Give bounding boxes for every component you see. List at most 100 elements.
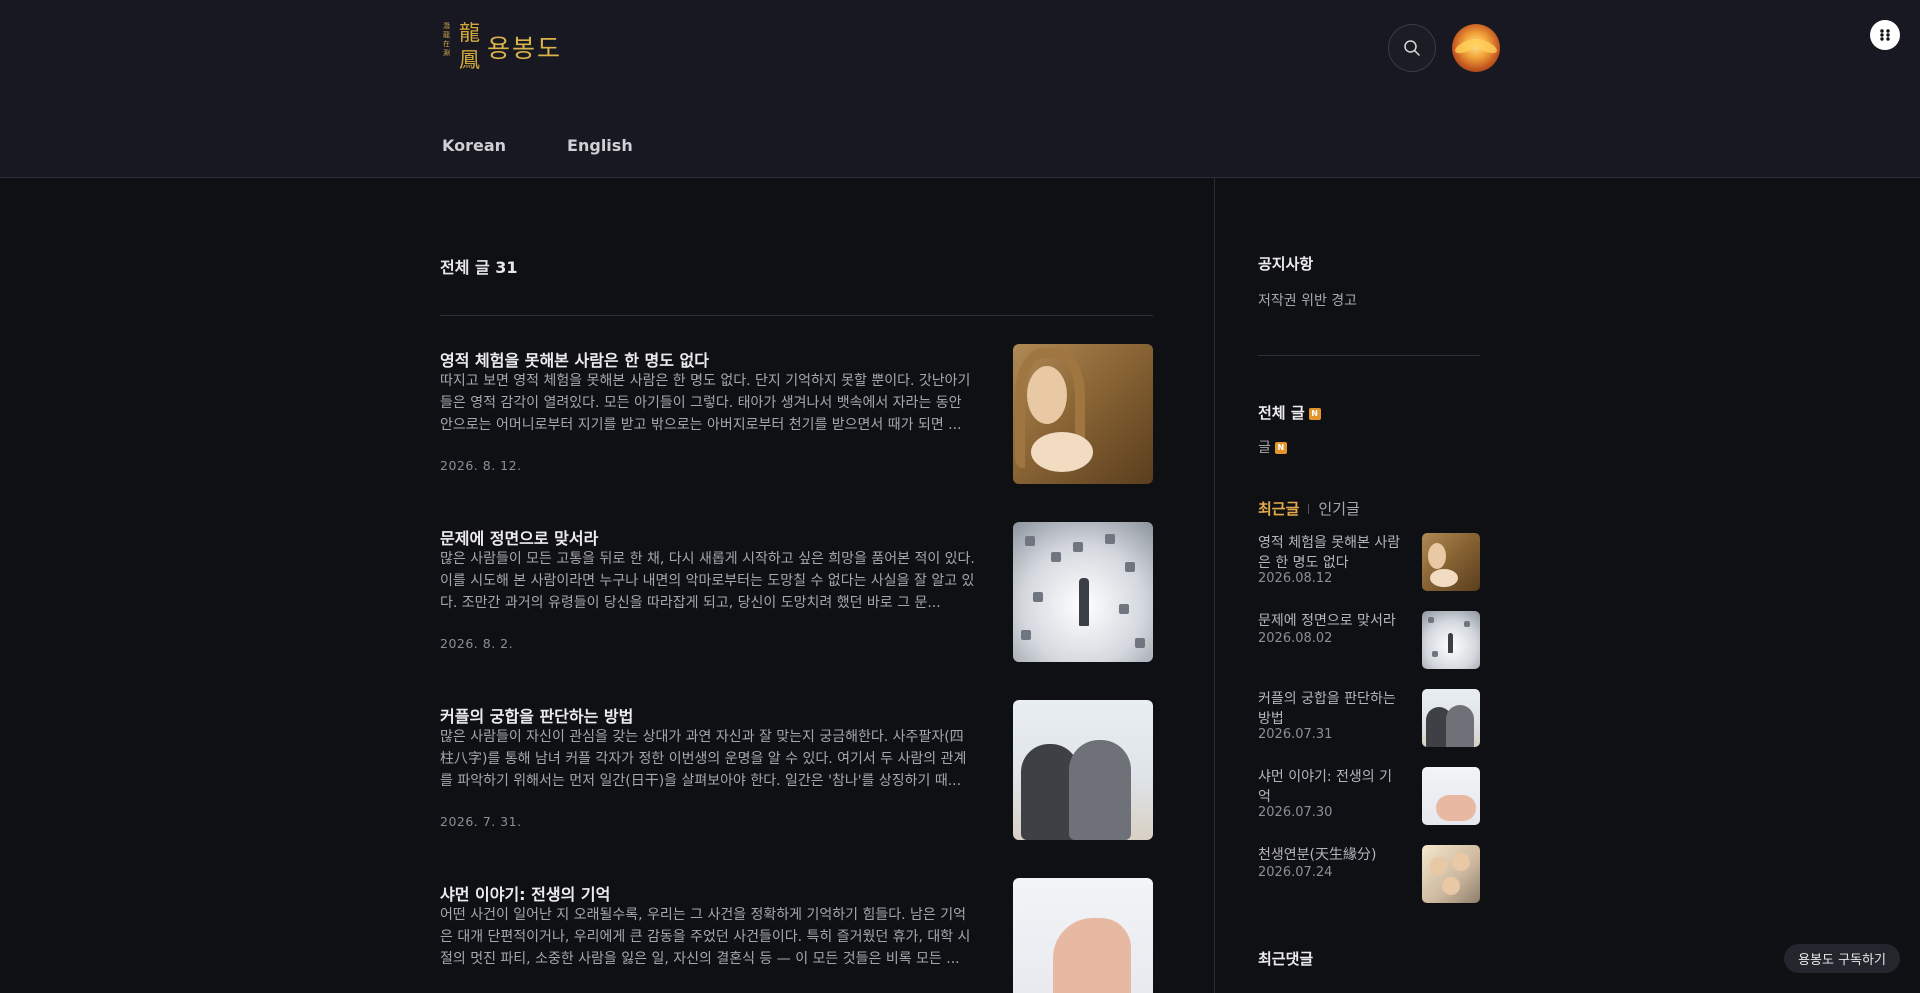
art-piece	[1105, 534, 1115, 544]
nav-item-korean[interactable]: Korean	[442, 136, 506, 155]
post-thumbnail[interactable]	[1013, 700, 1153, 840]
tab-recent[interactable]: 최근글	[1258, 498, 1299, 519]
search-button[interactable]	[1388, 24, 1436, 72]
post-thumbnail[interactable]	[1013, 344, 1153, 484]
post-item[interactable]: 영적 체험을 못해본 사람은 한 명도 없다 따지고 보면 영적 체험을 못해본…	[440, 344, 1153, 487]
family-image	[1422, 845, 1480, 903]
art-piece	[1025, 536, 1035, 546]
recent-post-thumbnail	[1422, 533, 1480, 591]
art-piece	[1051, 552, 1061, 562]
all-posts-label: 전체 글	[1258, 404, 1305, 422]
recent-post-date: 2026.07.30	[1258, 805, 1333, 820]
sidebar-divider	[1258, 355, 1480, 356]
couple-image	[1422, 689, 1480, 747]
new-badge: N	[1274, 442, 1287, 454]
art-man	[1448, 633, 1453, 653]
post-date: 2026. 7. 31.	[440, 814, 522, 829]
post-item[interactable]: 문제에 정면으로 맞서라 많은 사람들이 모든 고통을 뒤로 한 채, 다시 새…	[440, 522, 1153, 665]
more-dots-icon	[1880, 29, 1890, 41]
notice-heading: 공지사항	[1258, 255, 1314, 273]
feet-image	[1013, 878, 1153, 993]
art-piece	[1432, 651, 1438, 657]
art-face	[1027, 366, 1067, 424]
tab-separator	[1308, 503, 1310, 514]
logo-seal: 潛龍在淵 龍鳳	[441, 20, 485, 74]
art-piece	[1119, 604, 1129, 614]
art-person-right	[1069, 740, 1131, 840]
recent-post-thumbnail	[1422, 767, 1480, 825]
art-piece	[1135, 638, 1145, 648]
recent-post-date: 2026.07.31	[1258, 727, 1333, 742]
puzzle-man-image	[1422, 611, 1480, 669]
post-excerpt: 많은 사람들이 모든 고통을 뒤로 한 채, 다시 새롭게 시작하고 싶은 희망…	[440, 551, 975, 611]
category-link[interactable]: 글N	[1258, 437, 1287, 457]
all-posts-heading[interactable]: 전체 글N	[1258, 402, 1321, 423]
site-logo[interactable]: 潛龍在淵 龍鳳 용봉도	[441, 20, 562, 74]
site-header: 潛龍在淵 龍鳳 용봉도 Korean English	[0, 0, 1920, 178]
post-thumbnail[interactable]	[1013, 522, 1153, 662]
more-menu-button[interactable]	[1870, 20, 1900, 50]
column-divider	[1214, 178, 1215, 993]
recent-post-date: 2026.08.12	[1258, 571, 1333, 586]
recent-post-item[interactable]: 영적 체험을 못해본 사람은 한 명도 없다 2026.08.12	[1258, 533, 1480, 593]
new-badge: N	[1308, 407, 1321, 420]
nav-item-english[interactable]: English	[567, 136, 633, 155]
art-foot	[1436, 795, 1476, 821]
post-title[interactable]: 문제에 정면으로 맞서라	[440, 525, 598, 549]
subscribe-button[interactable]: 용봉도 구독하기	[1784, 944, 1900, 973]
art-piece	[1033, 592, 1043, 602]
post-count-title: 전체 글 31	[440, 258, 518, 277]
post-title[interactable]: 영적 체험을 못해본 사람은 한 명도 없다	[440, 347, 709, 371]
recent-post-thumbnail	[1422, 611, 1480, 669]
art-face	[1428, 543, 1446, 569]
tab-popular[interactable]: 인기글	[1318, 498, 1359, 519]
art-piece	[1021, 630, 1031, 640]
recent-post-title: 커플의 궁합을 판단하는 방법	[1258, 691, 1396, 727]
recent-post-item[interactable]: 샤먼 이야기: 전생의 기억 2026.07.30	[1258, 767, 1480, 827]
search-icon	[1404, 40, 1420, 56]
language-nav: Korean English	[442, 136, 633, 155]
art-baby	[1031, 432, 1093, 472]
post-excerpt: 따지고 보면 영적 체험을 못해본 사람은 한 명도 없다. 단지 기억하지 못…	[440, 373, 971, 433]
mother-and-baby-image	[1422, 533, 1480, 591]
profile-avatar[interactable]	[1452, 24, 1500, 72]
post-thumbnail[interactable]	[1013, 878, 1153, 993]
couple-image	[1013, 700, 1153, 840]
post-title[interactable]: 샤먼 이야기: 전생의 기억	[440, 881, 610, 905]
logo-seal-small-text: 潛龍在淵	[443, 22, 450, 57]
art-person-right	[1446, 705, 1474, 747]
recent-post-item[interactable]: 천생연분(天生緣分) 2026.07.24	[1258, 845, 1480, 905]
logo-name: 용봉도	[487, 34, 563, 63]
phoenix-wing-right	[1471, 35, 1499, 57]
art-piece	[1125, 562, 1135, 572]
art-head	[1442, 877, 1460, 895]
art-baby	[1430, 569, 1458, 587]
recent-post-date: 2026.07.24	[1258, 865, 1333, 880]
recent-post-thumbnail	[1422, 845, 1480, 903]
recent-post-title: 문제에 정면으로 맞서라	[1258, 613, 1396, 629]
post-excerpt: 많은 사람들이 자신이 관심을 갖는 상대가 과연 자신과 잘 맞는지 궁금해한…	[440, 729, 967, 789]
art-piece	[1428, 617, 1434, 623]
feet-image	[1422, 767, 1480, 825]
recent-post-thumbnail	[1422, 689, 1480, 747]
recent-post-title: 샤먼 이야기: 전생의 기억	[1258, 769, 1392, 805]
mother-and-baby-image	[1013, 344, 1153, 484]
post-item[interactable]: 샤먼 이야기: 전생의 기억 어떤 사건이 일어난 지 오래될수록, 우리는 그…	[440, 878, 1153, 993]
art-piece	[1464, 621, 1470, 627]
recent-comments-heading: 최근댓글	[1258, 950, 1314, 968]
post-tabs: 최근글 인기글	[1258, 498, 1360, 519]
art-foot	[1053, 918, 1131, 993]
puzzle-man-image	[1013, 522, 1153, 662]
header-divider	[440, 315, 1153, 316]
art-piece	[1073, 542, 1083, 552]
recent-post-item[interactable]: 커플의 궁합을 판단하는 방법 2026.07.31	[1258, 689, 1480, 749]
post-title[interactable]: 커플의 궁합을 판단하는 방법	[440, 703, 633, 727]
recent-post-item[interactable]: 문제에 정면으로 맞서라 2026.08.02	[1258, 611, 1480, 671]
recent-post-title: 영적 체험을 못해본 사람은 한 명도 없다	[1258, 535, 1401, 571]
post-date: 2026. 8. 2.	[440, 636, 514, 651]
post-excerpt: 어떤 사건이 일어난 지 오래될수록, 우리는 그 사건을 정확하게 기억하기 …	[440, 907, 971, 967]
post-item[interactable]: 커플의 궁합을 판단하는 방법 많은 사람들이 자신이 관심을 갖는 상대가 과…	[440, 700, 1153, 843]
notice-link[interactable]: 저작권 위반 경고	[1258, 290, 1357, 310]
logo-seal-big-text: 龍鳳	[459, 21, 480, 72]
recent-post-title: 천생연분(天生緣分)	[1258, 847, 1377, 863]
